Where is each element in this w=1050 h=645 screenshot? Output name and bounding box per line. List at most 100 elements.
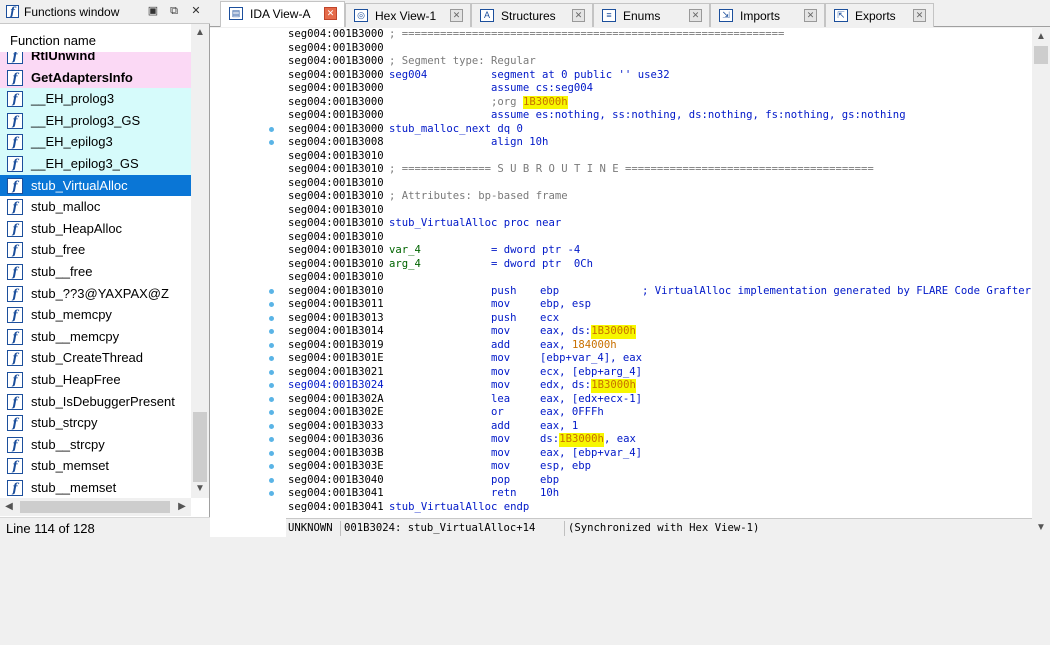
tab-close-icon[interactable]: ✕ [804, 9, 817, 22]
disassembly-vscrollbar[interactable]: ▲ [1032, 28, 1050, 518]
breakpoint-dot-icon[interactable] [269, 383, 274, 388]
disasm-line[interactable]: seg004:001B303E mov esp, ebp [286, 460, 1032, 474]
disasm-line[interactable]: seg004:001B3024 mov edx, ds: 1B3000h [286, 379, 1032, 393]
tab-hex-view-1[interactable]: ◎ Hex View-1 ✕ [345, 3, 471, 27]
disasm-token[interactable]: stub_VirtualAlloc proc near [389, 217, 561, 231]
disasm-token[interactable]: mov [491, 460, 510, 474]
breakpoint-dot-icon[interactable] [269, 315, 274, 321]
disasm-line[interactable]: seg004:001B3000 seg004 segment at 0 public… [286, 69, 1032, 83]
disasm-line[interactable]: seg004:001B3010 [286, 150, 1032, 164]
disasm-token[interactable]: ; ======================================… [389, 28, 784, 42]
function-list-item[interactable]: f __EH_epilog3_GS [0, 152, 191, 175]
restore-icon[interactable]: ▣ [145, 3, 161, 19]
disasm-token[interactable]: var_4 [389, 244, 421, 258]
disasm-token[interactable]: assume es:nothing, ss:nothing, ds:nothin… [491, 109, 906, 123]
disasm-line[interactable]: seg004:001B3010 ; Attributes: bp-based fr… [286, 190, 1032, 204]
breakpoint-dot-icon[interactable] [269, 464, 274, 469]
disasm-token[interactable]: esp, ebp [540, 460, 591, 474]
function-list-item[interactable]: f __EH_epilog3 [0, 131, 191, 153]
disasm-token[interactable]: 1B3000h [591, 379, 636, 393]
disasm-line[interactable]: seg004:001B3010 ; ============== S U B R … [286, 163, 1032, 177]
disasm-line[interactable]: seg004:001B3010 stub_VirtualAlloc proc ne… [286, 217, 1032, 231]
function-list-item[interactable]: f stub_memset [0, 455, 191, 477]
function-list[interactable]: f RtlUnwind f GetAdaptersInfo f __EH_prolog3 f… [0, 52, 191, 498]
tab-close-icon[interactable]: ✕ [450, 9, 463, 22]
tab-enums[interactable]: ≡ Enums ✕ [593, 3, 710, 27]
tab-structures[interactable]: A Structures ✕ [471, 3, 593, 27]
breakpoint-dot-icon[interactable] [269, 329, 274, 334]
function-list-item[interactable]: f __EH_prolog3 [0, 88, 191, 110]
disasm-line[interactable]: seg004:001B3000 assume es:nothing, ss:not… [286, 109, 1032, 123]
breakpoint-dot-icon[interactable] [269, 491, 274, 496]
scroll-down-icon[interactable]: ▼ [191, 480, 209, 498]
disasm-token[interactable]: align 10h [491, 136, 548, 150]
disasm-line[interactable]: seg004:001B3036 mov ds: 1B3000h, eax [286, 433, 1032, 447]
disasm-token[interactable]: seg004 [389, 69, 427, 83]
disasm-line[interactable]: seg004:001B3010 [286, 177, 1032, 191]
disasm-line[interactable]: seg004:001B3041 retn 10h [286, 487, 1032, 501]
breakpoint-dot-icon[interactable] [269, 437, 274, 442]
breakpoint-dot-icon[interactable] [269, 126, 274, 132]
disasm-token[interactable]: or [491, 406, 504, 420]
breakpoint-dot-icon[interactable] [269, 302, 274, 307]
disasm-token[interactable]: add [491, 420, 510, 434]
disasm-line[interactable]: seg004:001B3033 add eax, 1 [286, 420, 1032, 434]
disasm-token[interactable]: ; VirtualAlloc implementation generated … [642, 285, 1031, 299]
ida-view-a[interactable]: seg004:001B3000 ; =======================… [210, 28, 1050, 537]
function-list-item[interactable]: f stub__free [0, 261, 191, 283]
disasm-token[interactable]: ; Attributes: bp-based frame [389, 190, 568, 204]
float-icon[interactable]: ⧉ [166, 3, 182, 19]
disasm-token[interactable]: mov [491, 325, 510, 339]
disasm-token[interactable]: eax, 1 [540, 420, 578, 434]
tab-imports[interactable]: ⇲ Imports ✕ [710, 3, 825, 27]
tab-close-icon[interactable]: ✕ [324, 7, 337, 20]
disasm-line[interactable]: seg004:001B302E or eax, 0FFFh [286, 406, 1032, 420]
disasm-line[interactable]: seg004:001B3000 ;org 1B3000h [286, 95, 1032, 109]
disasm-token[interactable]: 1B3000h [559, 433, 604, 447]
scroll-left-icon[interactable]: ◀ [0, 498, 18, 516]
column-header-function-name[interactable]: Function name [0, 24, 191, 52]
disasm-token[interactable]: ; Segment type: Regular [389, 55, 536, 69]
disasm-token[interactable]: eax, [edx+ecx-1] [540, 393, 642, 407]
disasm-token[interactable]: mov [491, 433, 510, 447]
disasm-line[interactable]: seg004:001B3021 mov ecx, [ebp+arg_4] [286, 366, 1032, 380]
disasm-token[interactable]: arg_4 [389, 258, 421, 272]
disasm-token[interactable]: stub_VirtualAlloc endp [389, 501, 529, 515]
disasm-token[interactable]: pop [491, 474, 510, 488]
disasm-line[interactable]: seg004:001B3000 [286, 42, 1032, 56]
disasm-token[interactable]: ecx, [ebp+arg_4] [540, 366, 642, 380]
disasm-token[interactable]: ; ============== S U B R O U T I N E ===… [389, 163, 874, 177]
breakpoint-dot-icon[interactable] [269, 342, 274, 348]
disasm-line[interactable]: seg004:001B3014 mov eax, ds: 1B3000h [286, 325, 1032, 339]
disasm-token[interactable]: assume cs:seg004 [491, 82, 593, 96]
breakpoint-dot-icon[interactable] [269, 369, 274, 375]
disasm-token[interactable]: eax, 0FFFh [540, 406, 604, 420]
breakpoint-dot-icon[interactable] [269, 450, 274, 456]
disasm-token[interactable]: stub_malloc_next dq 0 [389, 123, 523, 137]
function-list-item[interactable]: f stub_HeapAlloc [0, 218, 191, 240]
disasm-line[interactable]: seg004:001B3000 assume cs:seg004 [286, 82, 1032, 96]
function-list-item[interactable]: f stub__strcpy [0, 434, 191, 456]
disasm-token[interactable]: ebp [540, 474, 559, 488]
disasm-token[interactable]: mov [491, 366, 510, 380]
scroll-up-icon[interactable]: ▲ [1032, 28, 1050, 46]
disasm-token[interactable]: edx, ds: [540, 379, 591, 393]
disasm-line[interactable]: seg004:001B3013 push ecx [286, 312, 1032, 326]
disasm-token[interactable]: ebp, esp [540, 298, 591, 312]
function-list-item[interactable]: f stub_strcpy [0, 412, 191, 434]
disasm-token[interactable]: mov [491, 352, 510, 366]
function-list-item[interactable]: f stub_IsDebuggerPresent [0, 391, 191, 413]
breakpoint-dot-icon[interactable] [269, 140, 274, 145]
tab-close-icon[interactable]: ✕ [689, 9, 702, 22]
tab-close-icon[interactable]: ✕ [572, 9, 585, 22]
function-list-item[interactable]: f stub__memset [0, 477, 191, 498]
disasm-token[interactable]: segment at 0 public '' use32 [491, 69, 670, 83]
disasm-token[interactable]: 1B3000h [591, 325, 636, 339]
function-list-item[interactable]: f stub_HeapFree [0, 369, 191, 391]
disasm-line[interactable]: seg004:001B3019 add eax, 184000h [286, 339, 1032, 353]
disasm-token[interactable]: push [491, 285, 517, 299]
breakpoint-dot-icon[interactable] [269, 356, 274, 361]
disasm-line[interactable]: seg004:001B3010 arg_4 = dword ptr 0Ch [286, 258, 1032, 272]
disasm-token[interactable]: = dword ptr -4 [491, 244, 580, 258]
disasm-token[interactable]: push [491, 312, 517, 326]
